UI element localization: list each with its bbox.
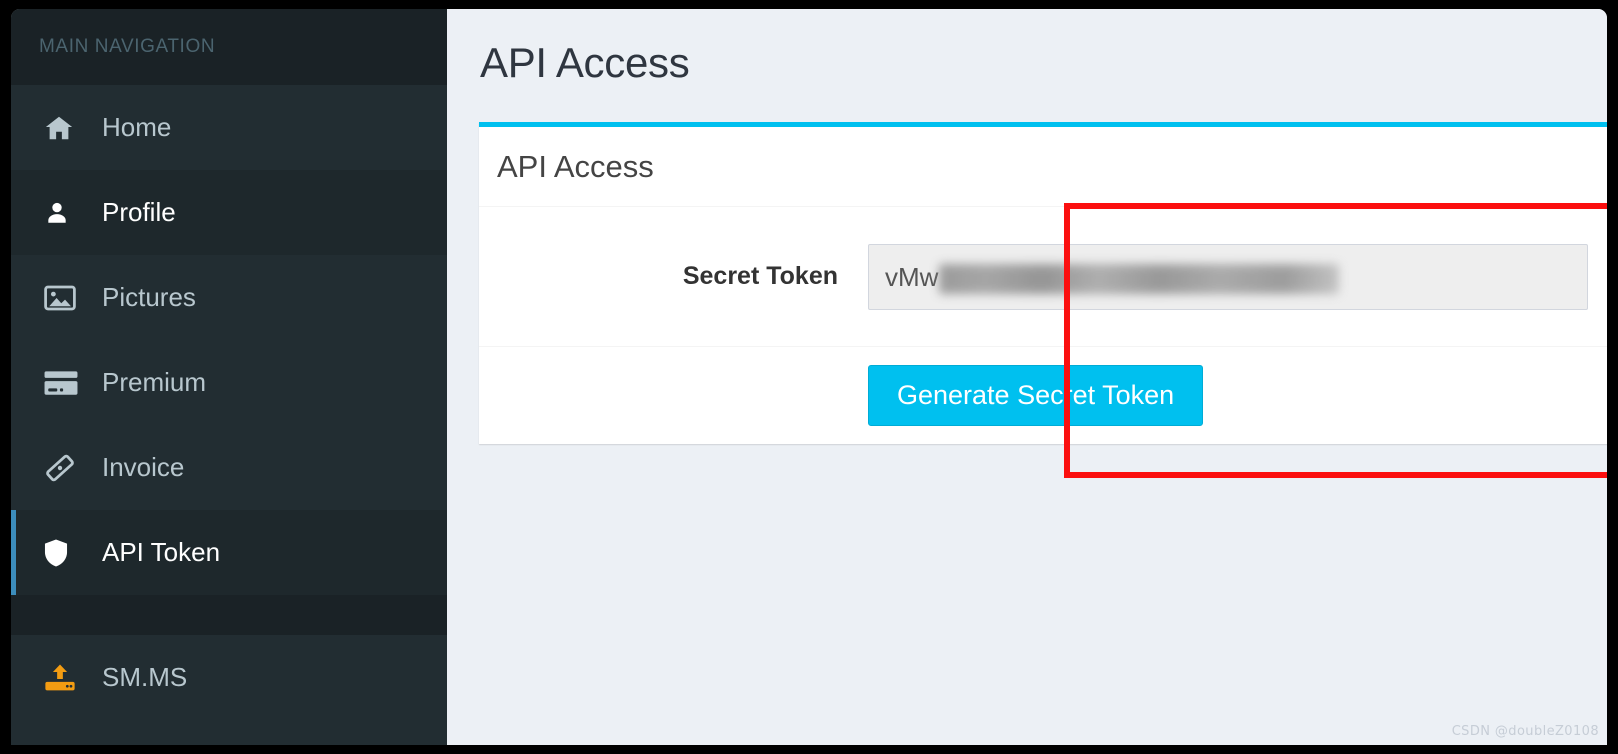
secret-token-redacted-region — [939, 263, 1340, 294]
secret-token-label: Secret Token — [682, 262, 838, 290]
sidebar-item-label: Home — [102, 112, 172, 142]
sidebar-item-premium[interactable]: Premium — [11, 340, 447, 425]
screenshot-root: MAIN NAVIGATION Home Profile Pictures Pr… — [0, 0, 1618, 754]
sidebar-item-label: Profile — [102, 197, 176, 227]
generate-secret-token-button[interactable]: Generate Secret Token — [868, 365, 1204, 426]
sidebar-item-label: Pictures — [102, 282, 196, 312]
sidebar: MAIN NAVIGATION Home Profile Pictures Pr… — [11, 9, 447, 745]
sidebar-section-header: MAIN NAVIGATION — [11, 9, 447, 85]
card-title: API Access — [497, 148, 654, 184]
secret-token-visible-prefix: vMw — [885, 261, 939, 292]
user-icon — [44, 198, 84, 228]
page-title: API Access — [480, 39, 690, 86]
sidebar-separator — [11, 595, 447, 635]
secret-token-row: Secret Token vMw — [479, 207, 1607, 347]
card-header: API Access — [479, 127, 1607, 207]
sidebar-item-label: API Token — [102, 537, 221, 567]
sidebar-item-api-token[interactable]: API Token — [11, 510, 447, 595]
api-access-card: API Access Secret Token vMw Generate Sec… — [479, 122, 1607, 444]
sidebar-item-label: Premium — [102, 367, 207, 397]
sidebar-item-home[interactable]: Home — [11, 85, 447, 170]
credit-card-icon — [44, 370, 84, 396]
sidebar-item-label: SM.MS — [102, 662, 188, 692]
ticket-icon — [44, 453, 84, 483]
home-icon — [44, 113, 84, 143]
shield-icon — [44, 538, 84, 568]
sidebar-item-pictures[interactable]: Pictures — [11, 255, 447, 340]
generate-token-control: Generate Secret Token — [868, 365, 1607, 426]
generate-token-row: Generate Secret Token — [479, 347, 1607, 444]
watermark: CSDN @doubleZ0108 — [1451, 724, 1599, 739]
app-viewport: MAIN NAVIGATION Home Profile Pictures Pr… — [11, 9, 1607, 745]
main-content: API Access API Access Secret Token vMw G… — [447, 9, 1607, 745]
sidebar-item-label: Invoice — [102, 452, 185, 482]
sidebar-item-profile[interactable]: Profile — [11, 170, 447, 255]
sidebar-item-smms[interactable]: SM.MS — [11, 635, 447, 720]
upload-hdd-icon — [44, 663, 84, 693]
image-icon — [44, 284, 84, 312]
sidebar-item-invoice[interactable]: Invoice — [11, 425, 447, 510]
secret-token-control: vMw — [868, 243, 1607, 310]
secret-token-input[interactable]: vMw — [868, 243, 1588, 310]
